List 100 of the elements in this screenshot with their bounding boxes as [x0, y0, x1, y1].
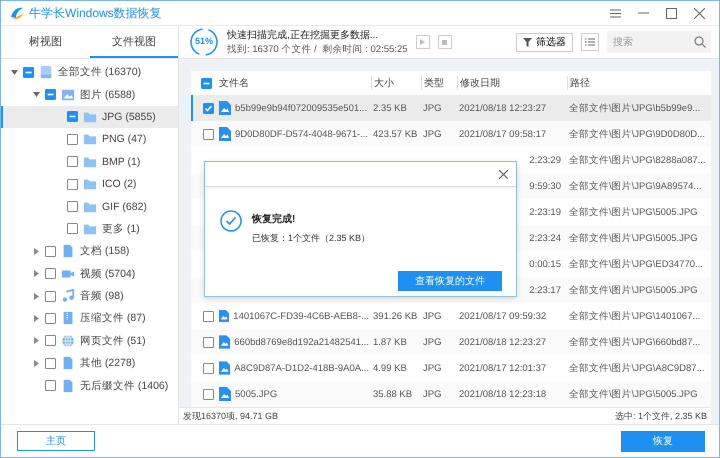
column-header[interactable]: 文件名: [217, 76, 367, 90]
tree-item[interactable]: 其他 (2278): [1, 352, 178, 374]
checkbox[interactable]: [45, 89, 56, 100]
tree-item[interactable]: 更多 (1): [1, 218, 178, 240]
tree-item[interactable]: 压缩文件 (87): [1, 307, 178, 330]
table-cell-text: 全部文件\图片\JPG\9A89574...: [569, 180, 702, 192]
tree-item[interactable]: GIF (682): [1, 195, 178, 218]
table-cell-text: 2021/08/18 12:23:18: [459, 388, 548, 400]
checkbox[interactable]: [45, 246, 56, 257]
table-cell-text: 2:23:24: [529, 232, 562, 244]
list-view-button[interactable]: [581, 33, 599, 51]
table-cell-text: 全部文件\图片\JPG\5005.JPG: [569, 388, 699, 400]
image-file-icon: [219, 335, 230, 349]
expand-caret-icon[interactable]: [33, 314, 40, 322]
search-field[interactable]: 搜索: [607, 31, 711, 53]
stop-button[interactable]: [438, 35, 452, 49]
tree-item[interactable]: ICO (2): [1, 172, 178, 196]
checkbox[interactable]: [67, 134, 78, 145]
checkbox[interactable]: [203, 336, 214, 348]
table-cell-text: 4.99 KB: [373, 362, 408, 374]
expand-caret-icon[interactable]: [33, 292, 40, 300]
checkbox[interactable]: [67, 201, 78, 212]
tree-item[interactable]: 文档 (158): [1, 240, 178, 263]
search-icon: [694, 36, 706, 48]
tree-item[interactable]: 音频 (98): [1, 284, 178, 308]
selection-summary: 选中: 1个文件, 2.35 KB: [614, 410, 707, 422]
tree-item[interactable]: 全部文件 (16370): [1, 61, 178, 84]
checkbox[interactable]: [45, 290, 56, 302]
folder-icon: [83, 177, 97, 192]
table-cell-text: 全部文件\图片\JPG\8288a087...: [569, 154, 707, 166]
tree-item[interactable]: BMP (1): [1, 150, 178, 173]
checkbox[interactable]: [67, 223, 78, 234]
table-cell-text: 9:59:30: [529, 180, 562, 192]
checkbox[interactable]: [67, 111, 78, 122]
checkbox[interactable]: [203, 128, 214, 140]
checkbox[interactable]: [45, 380, 56, 392]
list-icon: [585, 38, 595, 46]
table-cell-text: 2021/08/17 12:01:37: [459, 362, 548, 374]
tree-item[interactable]: 无后缀文件 (1406): [1, 374, 178, 397]
expand-caret-icon[interactable]: [33, 248, 40, 255]
tree-item[interactable]: PNG (47): [1, 128, 178, 151]
column-header[interactable]: 路径: [567, 76, 711, 90]
column-header[interactable]: 大小: [371, 76, 417, 90]
drive-icon: [39, 65, 53, 80]
scan-status: 快速扫描完成,正在挖掘更多数据...: [227, 28, 380, 42]
remaining-time: 剩余时间 : 02:55:25: [322, 43, 408, 56]
found-summary: 发现16370项, 94.71 GB: [183, 410, 278, 422]
folder-icon: [83, 132, 97, 146]
file-row[interactable]: 660bd8769e8d192a21482541... 1.87 KB JPG 2021/08/18 12:23:27 全部文件\图片\JPG\660bd87...: [191, 329, 711, 355]
folder-icon: [83, 110, 97, 124]
play-icon: [420, 39, 426, 45]
tree-item[interactable]: JPG (5855): [1, 106, 178, 128]
expand-caret-icon[interactable]: [11, 68, 18, 76]
checkbox[interactable]: [45, 312, 56, 324]
checkbox[interactable]: [203, 388, 214, 400]
file-row[interactable]: b5b99e9b94f072009535e501... 2.35 KB JPG 2021/08/18 12:23:27 全部文件\图片\JPG\b5b99e9...: [191, 95, 711, 121]
checkbox[interactable]: [23, 66, 34, 78]
image-icon: [61, 88, 75, 102]
table-cell-text: JPG: [423, 102, 442, 114]
file-row[interactable]: 9D0D80DF-D574-4048-9671-... 423.57 KB JPG 2021/08/17 09:58:17 全部文件\图片\JPG\9D0D80D...: [191, 121, 711, 147]
table-cell-text: 2021/08/18 12:23:27: [459, 102, 548, 114]
column-header[interactable]: 类型: [421, 76, 453, 90]
table-cell-text: 2.35 KB: [373, 102, 408, 114]
table-cell-text: 2:23:29: [529, 154, 562, 166]
column-header[interactable]: 修改日期: [457, 76, 563, 90]
image-file-icon: [219, 309, 230, 323]
table-cell-text: 全部文件\图片\JPG\1401067...: [569, 310, 702, 322]
table-cell-text: 2021/08/17 09:59:32: [459, 310, 548, 322]
check-circle-icon: [220, 210, 242, 232]
image-file-icon: [219, 127, 231, 141]
table-cell: 5005.JPG: [235, 388, 278, 400]
tree-item[interactable]: 图片 (6588): [1, 83, 178, 106]
checkbox[interactable]: [67, 178, 78, 190]
tree-item[interactable]: 视频 (5704): [1, 262, 178, 285]
close-icon[interactable]: [499, 170, 508, 178]
document-icon: [61, 244, 75, 258]
tree-item[interactable]: 网页文件 (51): [1, 330, 178, 352]
checkbox[interactable]: [203, 102, 214, 114]
table-cell-text: 391.26 KB: [373, 310, 418, 322]
table-cell-text: 2021/08/18 12:23:27: [459, 336, 548, 348]
dialog-detail: 已恢复：1个文件（2.35 KB）: [252, 232, 370, 245]
checkbox[interactable]: [45, 335, 56, 346]
checkbox[interactable]: [45, 268, 56, 280]
checkbox[interactable]: [201, 78, 212, 88]
file-row[interactable]: 5005.JPG 35.88 KB JPG 2021/08/18 12:23:18 全部文件\图片\JPG\5005.JPG: [191, 381, 711, 407]
table-cell-text: 全部文件\图片\JPG\b5b99e9...: [569, 102, 702, 114]
expand-caret-icon[interactable]: [33, 270, 40, 278]
expand-caret-icon[interactable]: [33, 91, 40, 98]
expand-caret-icon[interactable]: [33, 360, 40, 367]
checkbox[interactable]: [203, 362, 214, 374]
table-cell-text: 2:23:17: [529, 284, 562, 296]
play-button[interactable]: [416, 35, 430, 49]
table-cell-text: 全部文件\图片\JPG\5005.JPG: [569, 284, 699, 296]
filter-button[interactable]: 筛选器: [516, 32, 573, 52]
checkbox[interactable]: [67, 156, 78, 168]
document-icon: [61, 378, 75, 393]
expand-caret-icon[interactable]: [33, 337, 40, 344]
checkbox[interactable]: [45, 358, 56, 369]
checkbox[interactable]: [203, 310, 214, 322]
table-cell: 660bd8769e8d192a21482541...: [234, 336, 369, 348]
